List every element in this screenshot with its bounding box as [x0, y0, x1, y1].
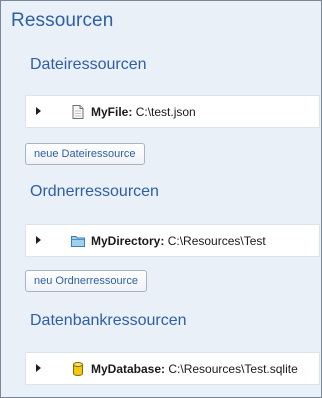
expand-arrow-icon[interactable]: [36, 364, 41, 372]
section-heading-folder-resources: Ordnerressourcen: [30, 183, 159, 200]
database-resource-label: MyDatabase: C:\Resources\Test.sqlite: [91, 362, 298, 376]
file-resource-row[interactable]: MyFile: C:\test.json: [25, 95, 320, 128]
resources-panel: Ressourcen Dateiressourcen MyFile: C:\te…: [0, 0, 322, 398]
folder-resource-row[interactable]: MyDirectory: C:\Resources\Test: [25, 224, 320, 257]
new-folder-resource-button[interactable]: neu Ordnerressource: [25, 270, 147, 292]
file-resource-label: MyFile: C:\test.json: [91, 105, 196, 119]
database-resource-row[interactable]: MyDatabase: C:\Resources\Test.sqlite: [25, 352, 320, 385]
new-file-resource-button[interactable]: neue Dateiressource: [25, 143, 145, 165]
expand-arrow-icon[interactable]: [36, 107, 41, 115]
file-icon: [70, 104, 86, 120]
database-resource-name: MyDatabase:: [91, 362, 166, 376]
file-resource-path: C:\test.json: [135, 105, 196, 119]
file-resource-name: MyFile:: [91, 105, 133, 119]
folder-resource-name: MyDirectory:: [91, 234, 165, 248]
database-resource-path: C:\Resources\Test.sqlite: [168, 362, 298, 376]
section-heading-database-resources: Datenbankressourcen: [30, 312, 187, 329]
folder-resource-label: MyDirectory: C:\Resources\Test: [91, 234, 266, 248]
database-icon: [70, 361, 86, 377]
folder-icon: [70, 233, 86, 249]
section-heading-file-resources: Dateiressourcen: [30, 56, 147, 73]
panel-title: Ressourcen: [11, 10, 114, 31]
folder-resource-path: C:\Resources\Test: [167, 234, 266, 248]
expand-arrow-icon[interactable]: [36, 236, 41, 244]
